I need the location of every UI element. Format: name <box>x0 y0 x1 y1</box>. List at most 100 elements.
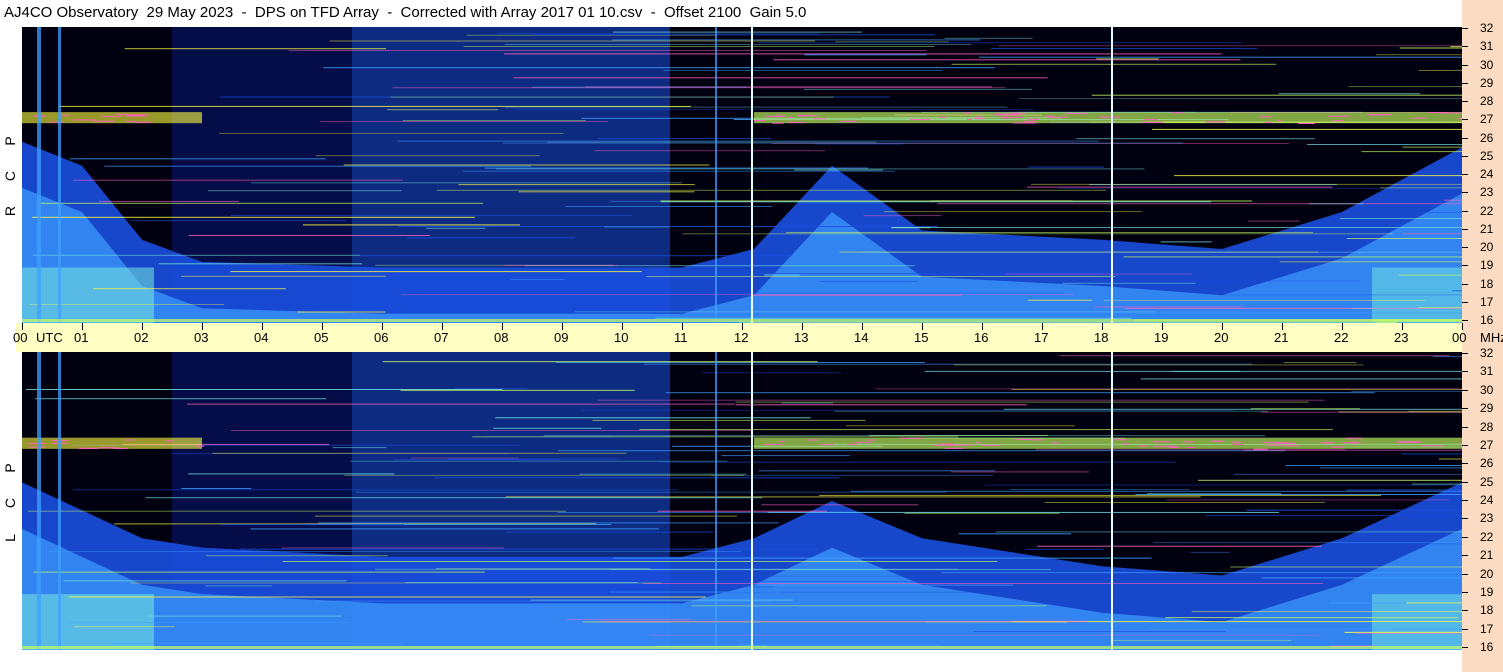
cb-band <box>22 437 202 449</box>
interference-streak <box>356 491 947 493</box>
lcp-freq-label-17: 17 <box>1480 621 1494 636</box>
utc-label-18: 17 <box>1034 330 1049 345</box>
utc-label-16: 15 <box>914 330 929 345</box>
interference-streak <box>1439 458 1462 460</box>
rcp-spectrogram <box>22 27 1462 323</box>
interference-streak <box>701 372 842 374</box>
interference-streak <box>1190 551 1230 553</box>
vertical-stripe <box>37 352 41 650</box>
cb-band-spike <box>1009 117 1024 118</box>
interference-streak <box>205 555 388 557</box>
cb-band-spike <box>779 441 785 442</box>
interference-streak <box>27 510 567 512</box>
lcp-freq-label-28: 28 <box>1480 419 1494 434</box>
utc-tick <box>82 323 83 330</box>
cb-band-spike <box>195 445 205 447</box>
cb-band-spike <box>1332 120 1345 122</box>
interference-streak <box>410 457 520 459</box>
utc-tick <box>202 323 203 330</box>
lcp-freq-label-18: 18 <box>1480 603 1494 618</box>
interference-streak <box>1091 94 1462 96</box>
interference-streak <box>543 435 1265 437</box>
cb-band-spike <box>1000 117 1010 119</box>
cb-band-spike <box>787 122 806 124</box>
lcp-freq-label-26: 26 <box>1480 456 1494 471</box>
interference-streak <box>344 474 744 476</box>
utc-label-21: 20 <box>1214 330 1229 345</box>
cb-band-spike <box>847 443 857 445</box>
interference-streak <box>343 164 710 166</box>
interference-streak <box>650 634 1319 636</box>
interference-streak <box>1261 577 1462 579</box>
interference-streak <box>758 470 996 472</box>
interference-streak <box>74 626 175 628</box>
cb-band-spike <box>1023 121 1037 122</box>
rcp-freq-label-22: 22 <box>1480 203 1494 218</box>
interference-streak <box>484 167 869 169</box>
utc-label-25: 00 <box>1452 330 1467 345</box>
interference-streak <box>1096 58 1159 60</box>
interference-streak <box>250 528 659 530</box>
interference-streak <box>493 427 602 429</box>
lcp-freq-tick <box>1462 463 1468 465</box>
interference-streak <box>1191 611 1462 613</box>
interference-streak <box>1174 175 1462 177</box>
interference-streak <box>863 215 942 217</box>
lcp-freq-tick <box>1462 353 1468 354</box>
interference-streak <box>230 430 751 431</box>
interference-streak <box>396 140 1100 142</box>
utc-label-13: 12 <box>734 330 749 345</box>
interference-streak <box>1452 290 1462 292</box>
interference-streak <box>759 584 1013 586</box>
utc-tick <box>682 323 683 330</box>
interference-streak <box>104 165 531 167</box>
lcp-freq-tick <box>1462 610 1468 612</box>
cb-band-spike <box>1461 116 1462 118</box>
interference-streak <box>850 490 1462 492</box>
interference-streak <box>99 200 240 202</box>
interference-streak <box>565 206 772 207</box>
interference-streak <box>579 473 747 475</box>
rcp-freq-tick <box>1462 301 1468 303</box>
utc-tick <box>442 323 443 330</box>
interference-streak <box>251 182 682 184</box>
interference-streak <box>1320 467 1462 469</box>
cb-band-spike <box>1412 117 1427 119</box>
interference-streak <box>188 235 430 236</box>
utc-label-20: 19 <box>1154 330 1169 345</box>
rcp-freq-tick <box>1462 174 1468 175</box>
utc-label-3: 02 <box>134 330 149 345</box>
interference-streak <box>463 170 895 172</box>
interference-streak <box>1059 355 1450 357</box>
cb-band-spike <box>1152 441 1169 443</box>
utc-tick <box>1162 323 1163 330</box>
utc-tick <box>862 323 863 330</box>
interference-streak <box>1307 144 1462 145</box>
interference-streak <box>1025 548 1104 550</box>
interference-streak <box>282 561 998 562</box>
utc-label-14: 13 <box>794 330 809 345</box>
interference-streak <box>426 227 486 229</box>
cb-band-spike <box>1231 441 1241 443</box>
cb-band-spike <box>976 442 981 443</box>
cb-band-spike <box>787 117 794 118</box>
cb-band-spike <box>1141 121 1164 123</box>
utc-tick <box>622 323 623 330</box>
utc-label-0: 00 <box>13 330 28 345</box>
cb-band-spike <box>938 116 947 118</box>
interference-streak <box>504 264 618 266</box>
cb-band-spike <box>1048 116 1068 118</box>
cb-band-spike <box>1182 441 1194 443</box>
interference-streak <box>518 191 695 193</box>
cb-band-spike <box>116 113 129 115</box>
utc-tick <box>382 323 383 330</box>
interference-streak <box>1010 489 1190 490</box>
interference-streak <box>390 96 834 98</box>
interference-streak <box>597 399 1325 401</box>
interference-streak <box>319 121 608 122</box>
cb-band-spike <box>28 442 46 444</box>
interference-streak <box>392 87 1006 89</box>
interference-streak <box>958 533 1072 535</box>
lcp-freq-tick <box>1462 426 1468 428</box>
interference-streak <box>240 548 819 550</box>
